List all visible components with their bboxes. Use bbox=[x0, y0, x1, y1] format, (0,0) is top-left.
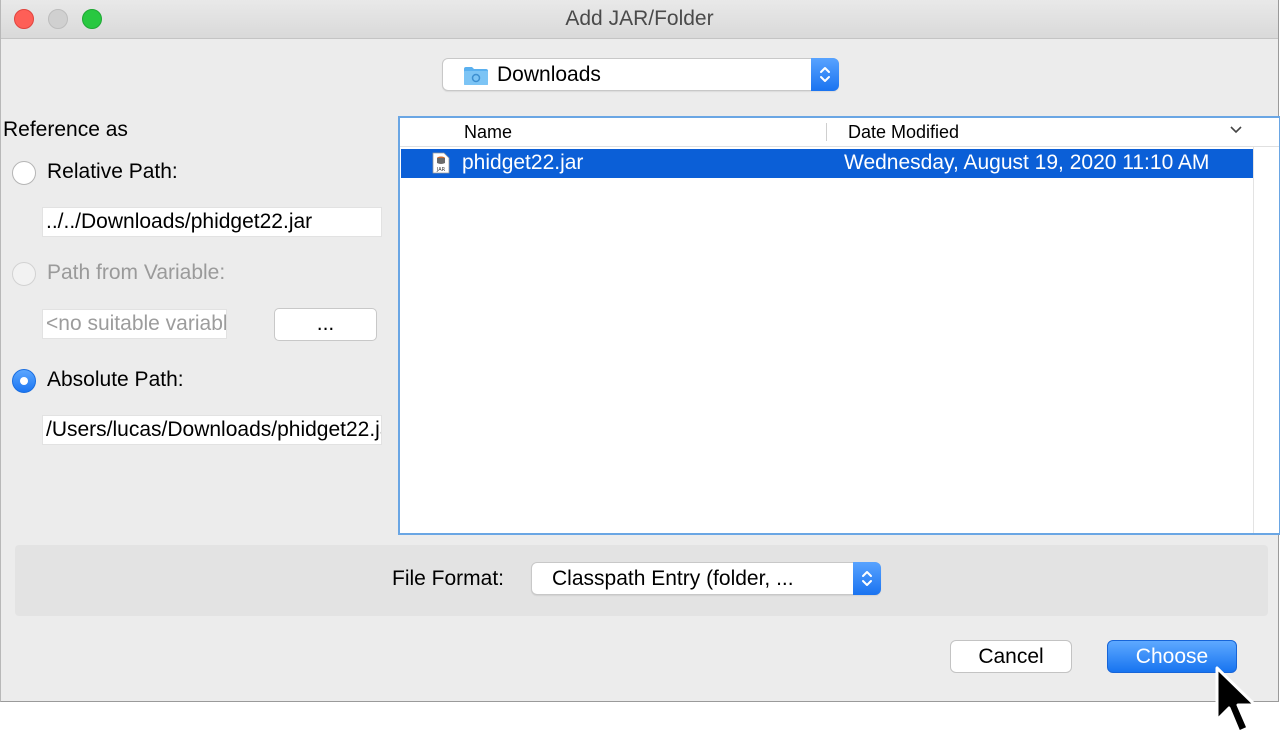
location-chevron-icon bbox=[811, 58, 839, 91]
absolute-path-label: Absolute Path: bbox=[47, 368, 184, 391]
absolute-path-field[interactable]: /Users/lucas/Downloads/phidget22.jar bbox=[42, 415, 382, 445]
relative-path-label: Relative Path: bbox=[47, 160, 178, 183]
path-from-variable-label: Path from Variable: bbox=[47, 261, 226, 284]
scrollbar-track[interactable] bbox=[1253, 147, 1254, 533]
file-name: phidget22.jar bbox=[462, 151, 584, 174]
relative-path-radio[interactable] bbox=[12, 161, 36, 185]
path-from-variable-radio bbox=[12, 262, 36, 286]
relative-path-field[interactable]: ../../Downloads/phidget22.jar bbox=[42, 207, 382, 237]
file-format-label: File Format: bbox=[392, 567, 505, 590]
window-title: Add JAR/Folder bbox=[565, 7, 714, 30]
add-jar-folder-dialog: Add JAR/Folder Downloads Reference as Re… bbox=[0, 0, 1280, 702]
mouse-pointer-icon bbox=[1215, 666, 1257, 734]
column-divider bbox=[826, 123, 827, 141]
column-name-header[interactable]: Name bbox=[464, 122, 512, 143]
svg-text:JAR: JAR bbox=[436, 167, 446, 173]
cancel-button[interactable]: Cancel bbox=[950, 640, 1072, 673]
file-date-modified: Wednesday, August 19, 2020 11:10 AM bbox=[844, 151, 1210, 174]
column-date-modified-header[interactable]: Date Modified bbox=[848, 122, 959, 143]
file-format-value: Classpath Entry (folder, ... bbox=[552, 567, 794, 590]
file-list-header: Name Date Modified bbox=[400, 118, 1279, 147]
absolute-path-radio[interactable] bbox=[12, 369, 36, 393]
title-bar: Add JAR/Folder bbox=[1, 0, 1278, 39]
variable-field: <no suitable variable> bbox=[42, 309, 227, 339]
file-row[interactable]: JAR phidget22.jar Wednesday, August 19, … bbox=[401, 149, 1254, 178]
folder-icon bbox=[464, 67, 488, 85]
reference-as-heading: Reference as bbox=[3, 118, 128, 141]
sort-chevron-down-icon[interactable] bbox=[1230, 126, 1242, 134]
file-list[interactable]: Name Date Modified JAR phidget22.jar Wed… bbox=[398, 116, 1280, 535]
file-format-popup[interactable]: Classpath Entry (folder, ... bbox=[531, 562, 881, 595]
jar-file-icon: JAR bbox=[432, 152, 450, 174]
variable-browse-button[interactable]: ... bbox=[274, 308, 377, 341]
location-popup[interactable]: Downloads bbox=[442, 58, 839, 91]
file-format-chevron-icon bbox=[853, 562, 881, 595]
location-label: Downloads bbox=[497, 63, 601, 86]
